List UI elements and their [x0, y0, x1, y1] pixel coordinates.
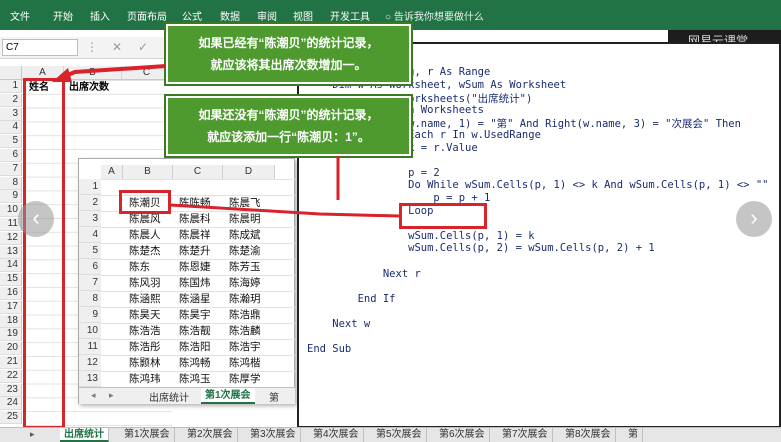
sheet-tab[interactable]: 第3次展会 — [246, 428, 301, 442]
sheet-tab[interactable]: 第8次展会 — [561, 428, 616, 442]
tab-scroll-right-icon[interactable]: ▸ — [30, 429, 35, 440]
previous-slide-button[interactable]: ‹ — [18, 201, 54, 237]
sheet-tab[interactable]: 第6次展会 — [435, 428, 490, 442]
sheet-tab[interactable]: 第2次展会 — [183, 428, 238, 442]
sheet-tab[interactable]: 第1次展会 — [120, 428, 175, 442]
sheet-tab[interactable]: 第 — [624, 428, 643, 442]
arrow-cell-to-code — [169, 203, 400, 218]
next-slide-button[interactable]: › — [736, 201, 772, 237]
arrowhead-icon — [52, 68, 72, 82]
sheet-tab[interactable]: 第7次展会 — [498, 428, 553, 442]
sheet-tab[interactable]: 第4次展会 — [309, 428, 364, 442]
arrow-to-column-a — [59, 64, 167, 80]
annotation-arrows — [52, 64, 400, 218]
sheet-tab[interactable]: 第5次展会 — [372, 428, 427, 442]
sheet-tab-active[interactable]: 出席统计 — [60, 428, 109, 442]
sheet-tab-bar: 出席统计 第1次展会 第2次展会 第3次展会 第4次展会 第5次展会 第6次展会 第7次展会第… — [0, 427, 781, 442]
